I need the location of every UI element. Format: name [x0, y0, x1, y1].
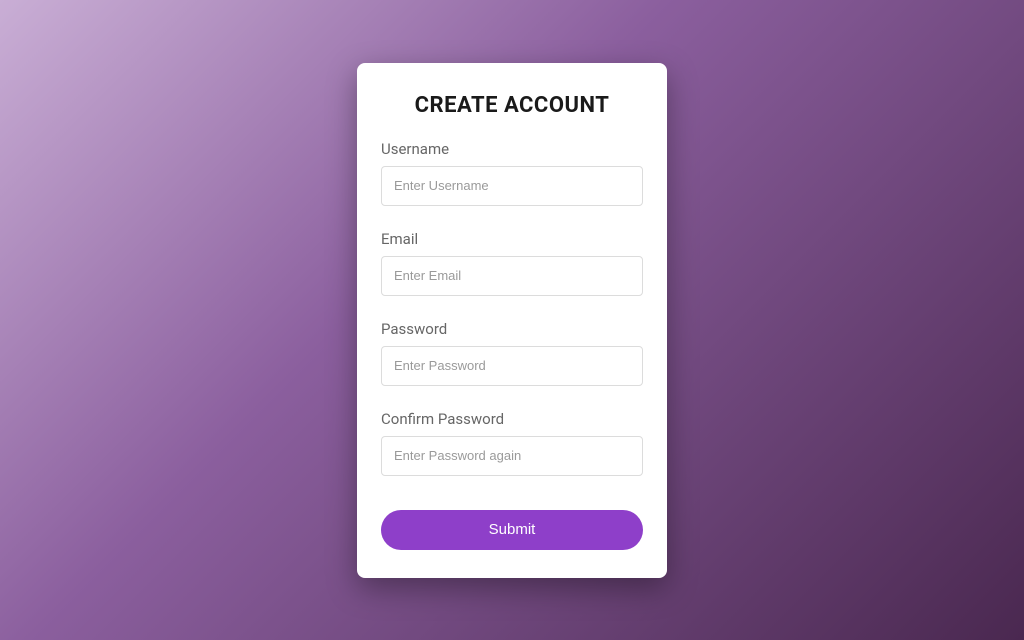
username-label: Username: [381, 140, 643, 158]
username-input[interactable]: [381, 166, 643, 206]
submit-button[interactable]: Submit: [381, 510, 643, 550]
email-group: Email: [381, 230, 643, 296]
confirm-password-label: Confirm Password: [381, 410, 643, 428]
create-account-card: CREATE ACCOUNT Username Email Password C…: [357, 63, 667, 578]
confirm-password-input[interactable]: [381, 436, 643, 476]
password-group: Password: [381, 320, 643, 386]
email-input[interactable]: [381, 256, 643, 296]
email-label: Email: [381, 230, 643, 248]
confirm-password-group: Confirm Password: [381, 410, 643, 476]
form-title: CREATE ACCOUNT: [381, 93, 643, 118]
password-input[interactable]: [381, 346, 643, 386]
password-label: Password: [381, 320, 643, 338]
username-group: Username: [381, 140, 643, 206]
